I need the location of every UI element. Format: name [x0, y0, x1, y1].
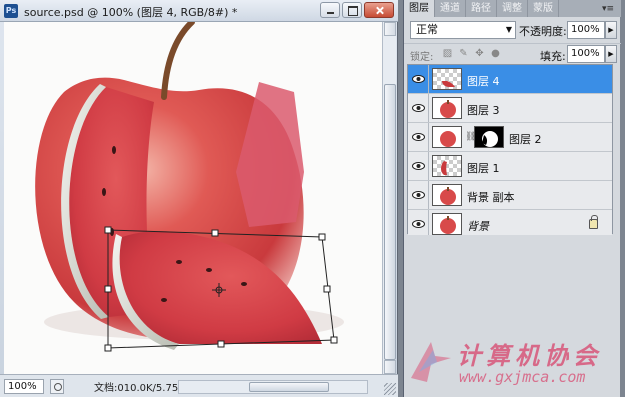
opacity-label: 不透明度:	[519, 25, 567, 38]
maximize-icon[interactable]	[342, 2, 362, 18]
fill-slider-icon[interactable]: ▶	[605, 45, 617, 63]
photoshop-window: Ps source.psd @ 100% (图层 4, RGB/8#) * 10…	[0, 0, 625, 397]
visibility-eye-icon[interactable]	[408, 181, 429, 209]
mask-link-icon[interactable]: ⛓	[465, 131, 476, 143]
minimize-icon[interactable]	[320, 2, 340, 18]
layer-thumbnail	[432, 155, 462, 177]
horizontal-scrollbar[interactable]	[178, 380, 368, 394]
layers-list: 图层 4 图层 3 ⛓ 图层 2 图层 1 背景 副本 背景	[407, 64, 613, 239]
layer-name: 背景	[467, 220, 489, 233]
watermark-logo-icon	[411, 342, 451, 382]
vertical-scrollbar[interactable]	[382, 22, 396, 374]
photoshop-icon: Ps	[4, 4, 18, 18]
visibility-eye-icon[interactable]	[408, 210, 429, 238]
layer-row[interactable]: 背景 副本	[408, 181, 612, 210]
tab-layers[interactable]: 图层	[404, 0, 435, 17]
lock-transparent-icon[interactable]: ▨	[442, 48, 453, 59]
lock-position-icon[interactable]: ✥	[474, 48, 485, 59]
layer-row[interactable]: 图层 4	[408, 65, 612, 94]
layer-row[interactable]: ⛓ 图层 2	[408, 123, 612, 152]
tab-channels[interactable]: 通道	[435, 0, 466, 17]
tab-adjustments[interactable]: 调整	[497, 0, 528, 17]
layer-name: 背景 副本	[467, 191, 515, 204]
resize-grip-icon[interactable]	[384, 383, 396, 395]
visibility-eye-icon[interactable]	[408, 123, 429, 151]
layer-thumbnail	[432, 97, 462, 119]
opacity-slider-icon[interactable]: ▶	[605, 21, 617, 39]
panel-menu-icon[interactable]: ▾≡	[602, 4, 614, 14]
apple-stem	[161, 22, 195, 100]
document-info[interactable]: 文档:010.0K/5.75M	[94, 379, 187, 394]
layer-thumbnail	[432, 213, 462, 235]
watermark-title: 计算机协会	[457, 342, 602, 370]
layer-name: 图层 4	[467, 75, 500, 88]
blend-mode-value: 正常	[416, 23, 438, 36]
lock-all-icon[interactable]: ●	[490, 48, 501, 59]
blend-row: 正常 ▼ 不透明度: 100% ▶	[404, 19, 621, 41]
fill-label: 填充:	[540, 50, 566, 63]
layer-thumbnail	[432, 184, 462, 206]
vertical-scroll-thumb[interactable]	[384, 84, 396, 360]
close-icon[interactable]	[364, 2, 394, 18]
layer-thumbnail	[432, 68, 462, 90]
watermark-url: www.gxjmca.com	[459, 368, 586, 386]
fill-input[interactable]: 100%	[567, 45, 605, 63]
layer-name: 图层 1	[467, 162, 500, 175]
panel-tabs: 图层 通道 路径 调整 蒙版	[404, 0, 621, 17]
canvas-artwork	[35, 22, 344, 352]
lock-row: 锁定: ▨ ✎ ✥ ● 填充: 100% ▶	[404, 43, 621, 63]
status-bar: 100% 文档:010.0K/5.75M	[0, 374, 398, 397]
visibility-eye-icon[interactable]	[408, 94, 429, 122]
opacity-input[interactable]: 100%	[567, 21, 605, 39]
image-canvas[interactable]	[4, 22, 382, 374]
document-window: Ps source.psd @ 100% (图层 4, RGB/8#) * 10…	[0, 0, 398, 397]
layer-name: 图层 2	[509, 133, 542, 146]
layer-name: 图层 3	[467, 104, 500, 117]
horizontal-scroll-thumb[interactable]	[249, 382, 329, 392]
tab-paths[interactable]: 路径	[466, 0, 497, 17]
status-menu-icon[interactable]	[50, 379, 64, 394]
visibility-eye-icon[interactable]	[408, 65, 429, 93]
blend-mode-select[interactable]: 正常 ▼	[410, 21, 516, 39]
lock-pixels-icon[interactable]: ✎	[458, 48, 469, 59]
chevron-down-icon: ▼	[505, 25, 512, 34]
window-controls	[320, 2, 394, 18]
visibility-eye-icon[interactable]	[408, 152, 429, 180]
document-titlebar[interactable]: Ps source.psd @ 100% (图层 4, RGB/8#) *	[0, 0, 398, 22]
scroll-down-icon[interactable]	[384, 360, 396, 374]
tab-masks[interactable]: 蒙版	[528, 0, 559, 17]
lock-icon	[589, 215, 598, 229]
layer-row[interactable]: 图层 3	[408, 94, 612, 123]
lock-label: 锁定:	[410, 52, 434, 63]
layer-row[interactable]: 图层 1	[408, 152, 612, 181]
layer-thumbnail	[432, 126, 462, 148]
layer-mask-thumbnail[interactable]	[474, 126, 504, 148]
zoom-input[interactable]: 100%	[4, 379, 44, 394]
document-title: source.psd @ 100% (图层 4, RGB/8#) *	[24, 6, 238, 19]
scroll-up-icon[interactable]	[384, 22, 396, 36]
watermark: 计算机协会 www.gxjmca.com	[403, 330, 625, 397]
